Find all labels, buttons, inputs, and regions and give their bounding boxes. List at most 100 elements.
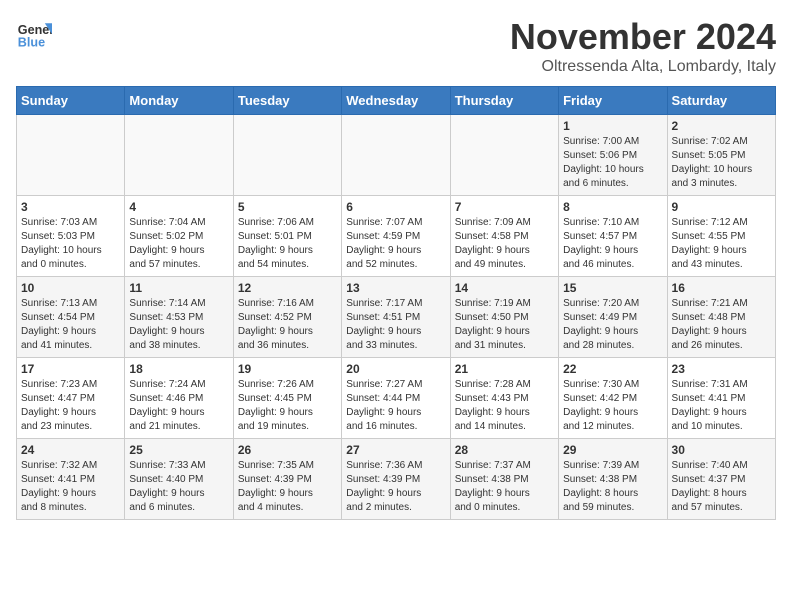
day-info: Sunrise: 7:36 AM Sunset: 4:39 PM Dayligh… [346,459,445,515]
day-info: Sunrise: 7:19 AM Sunset: 4:50 PM Dayligh… [455,297,554,353]
day-info: Sunrise: 7:13 AM Sunset: 4:54 PM Dayligh… [21,297,120,353]
calendar-cell: 5Sunrise: 7:06 AM Sunset: 5:01 PM Daylig… [233,196,341,277]
day-number: 19 [238,362,337,376]
day-number: 10 [21,281,120,295]
calendar-cell: 25 Sunrise: 7:33 AM Sunset: 4:40 PM Dayli… [125,439,233,520]
svg-text:Blue: Blue [18,36,45,50]
day-info: Sunrise: 7:31 AM Sunset: 4:41 PM Dayligh… [672,378,771,434]
calendar-cell: 27 Sunrise: 7:36 AM Sunset: 4:39 PM Dayli… [342,439,450,520]
calendar-cell: 19 Sunrise: 7:26 AM Sunset: 4:45 PM Dayli… [233,358,341,439]
day-number: 14 [455,281,554,295]
day-number: 7 [455,200,554,214]
day-info: Sunrise: 7:24 AM Sunset: 4:46 PM Dayligh… [129,378,228,434]
week-row: 10 Sunrise: 7:13 AM Sunset: 4:54 PM Dayli… [17,277,776,358]
day-info: Sunrise: 7:20 AM Sunset: 4:49 PM Dayligh… [563,297,662,353]
day-info: Sunrise: 7:09 AM Sunset: 4:58 PM Dayligh… [455,216,554,272]
calendar-cell: 15 Sunrise: 7:20 AM Sunset: 4:49 PM Dayli… [559,277,667,358]
day-number: 25 [129,443,228,457]
day-number: 18 [129,362,228,376]
location-title: Oltressenda Alta, Lombardy, Italy [510,58,776,76]
day-number: 13 [346,281,445,295]
calendar-cell: 14 Sunrise: 7:19 AM Sunset: 4:50 PM Dayli… [450,277,558,358]
day-info: Sunrise: 7:32 AM Sunset: 4:41 PM Dayligh… [21,459,120,515]
day-info: Sunrise: 7:06 AM Sunset: 5:01 PM Dayligh… [238,216,337,272]
day-info: Sunrise: 7:27 AM Sunset: 4:44 PM Dayligh… [346,378,445,434]
day-number: 28 [455,443,554,457]
calendar-cell: 23 Sunrise: 7:31 AM Sunset: 4:41 PM Dayli… [667,358,775,439]
day-info: Sunrise: 7:00 AM Sunset: 5:06 PM Dayligh… [563,135,662,191]
day-number: 29 [563,443,662,457]
day-number: 1 [563,119,662,133]
day-number: 20 [346,362,445,376]
week-row: 3 Sunrise: 7:03 AM Sunset: 5:03 PM Daylig… [17,196,776,277]
calendar-cell: 29Sunrise: 7:39 AM Sunset: 4:38 PM Dayli… [559,439,667,520]
calendar-cell: 8Sunrise: 7:10 AM Sunset: 4:57 PM Daylig… [559,196,667,277]
calendar-cell: 17 Sunrise: 7:23 AM Sunset: 4:47 PM Dayli… [17,358,125,439]
calendar-header: SundayMondayTuesdayWednesdayThursdayFrid… [17,87,776,115]
day-number: 12 [238,281,337,295]
day-number: 24 [21,443,120,457]
calendar-cell: 21Sunrise: 7:28 AM Sunset: 4:43 PM Dayli… [450,358,558,439]
title-area: November 2024 Oltressenda Alta, Lombardy… [510,16,776,76]
day-info: Sunrise: 7:28 AM Sunset: 4:43 PM Dayligh… [455,378,554,434]
day-header-saturday: Saturday [667,87,775,115]
day-number: 4 [129,200,228,214]
day-number: 30 [672,443,771,457]
week-row: 24 Sunrise: 7:32 AM Sunset: 4:41 PM Dayli… [17,439,776,520]
calendar-cell: 26Sunrise: 7:35 AM Sunset: 4:39 PM Dayli… [233,439,341,520]
calendar-cell: 7 Sunrise: 7:09 AM Sunset: 4:58 PM Daylig… [450,196,558,277]
day-number: 2 [672,119,771,133]
calendar-cell: 24 Sunrise: 7:32 AM Sunset: 4:41 PM Dayli… [17,439,125,520]
day-header-monday: Monday [125,87,233,115]
day-info: Sunrise: 7:02 AM Sunset: 5:05 PM Dayligh… [672,135,771,191]
day-header-thursday: Thursday [450,87,558,115]
day-info: Sunrise: 7:17 AM Sunset: 4:51 PM Dayligh… [346,297,445,353]
day-number: 11 [129,281,228,295]
calendar-cell [233,115,341,196]
week-row: 17 Sunrise: 7:23 AM Sunset: 4:47 PM Dayli… [17,358,776,439]
calendar-cell: 1 Sunrise: 7:00 AM Sunset: 5:06 PM Daylig… [559,115,667,196]
day-number: 17 [21,362,120,376]
calendar-cell: 22 Sunrise: 7:30 AM Sunset: 4:42 PM Dayli… [559,358,667,439]
calendar-cell [450,115,558,196]
day-info: Sunrise: 7:16 AM Sunset: 4:52 PM Dayligh… [238,297,337,353]
day-number: 15 [563,281,662,295]
day-info: Sunrise: 7:07 AM Sunset: 4:59 PM Dayligh… [346,216,445,272]
day-number: 26 [238,443,337,457]
day-info: Sunrise: 7:33 AM Sunset: 4:40 PM Dayligh… [129,459,228,515]
day-info: Sunrise: 7:23 AM Sunset: 4:47 PM Dayligh… [21,378,120,434]
day-info: Sunrise: 7:21 AM Sunset: 4:48 PM Dayligh… [672,297,771,353]
calendar-cell: 28 Sunrise: 7:37 AM Sunset: 4:38 PM Dayli… [450,439,558,520]
day-number: 16 [672,281,771,295]
day-number: 8 [563,200,662,214]
calendar-cell: 30 Sunrise: 7:40 AM Sunset: 4:37 PM Dayli… [667,439,775,520]
week-row: 1 Sunrise: 7:00 AM Sunset: 5:06 PM Daylig… [17,115,776,196]
day-info: Sunrise: 7:30 AM Sunset: 4:42 PM Dayligh… [563,378,662,434]
calendar-cell: 16 Sunrise: 7:21 AM Sunset: 4:48 PM Dayli… [667,277,775,358]
calendar-cell [342,115,450,196]
logo: General Blue [16,16,52,52]
calendar-cell: 20 Sunrise: 7:27 AM Sunset: 4:44 PM Dayli… [342,358,450,439]
day-header-tuesday: Tuesday [233,87,341,115]
month-title: November 2024 [510,16,776,58]
day-info: Sunrise: 7:40 AM Sunset: 4:37 PM Dayligh… [672,459,771,515]
day-info: Sunrise: 7:26 AM Sunset: 4:45 PM Dayligh… [238,378,337,434]
day-number: 27 [346,443,445,457]
calendar-cell: 11 Sunrise: 7:14 AM Sunset: 4:53 PM Dayli… [125,277,233,358]
day-number: 22 [563,362,662,376]
day-header-wednesday: Wednesday [342,87,450,115]
calendar-cell: 9Sunrise: 7:12 AM Sunset: 4:55 PM Daylig… [667,196,775,277]
calendar-cell: 4 Sunrise: 7:04 AM Sunset: 5:02 PM Daylig… [125,196,233,277]
calendar-cell: 2 Sunrise: 7:02 AM Sunset: 5:05 PM Daylig… [667,115,775,196]
header: General Blue November 2024 Oltressenda A… [16,16,776,76]
day-header-friday: Friday [559,87,667,115]
day-info: Sunrise: 7:03 AM Sunset: 5:03 PM Dayligh… [21,216,120,272]
calendar-cell: 13 Sunrise: 7:17 AM Sunset: 4:51 PM Dayli… [342,277,450,358]
calendar-cell: 6Sunrise: 7:07 AM Sunset: 4:59 PM Daylig… [342,196,450,277]
day-info: Sunrise: 7:14 AM Sunset: 4:53 PM Dayligh… [129,297,228,353]
day-info: Sunrise: 7:04 AM Sunset: 5:02 PM Dayligh… [129,216,228,272]
day-number: 23 [672,362,771,376]
day-number: 3 [21,200,120,214]
day-info: Sunrise: 7:37 AM Sunset: 4:38 PM Dayligh… [455,459,554,515]
day-header-sunday: Sunday [17,87,125,115]
